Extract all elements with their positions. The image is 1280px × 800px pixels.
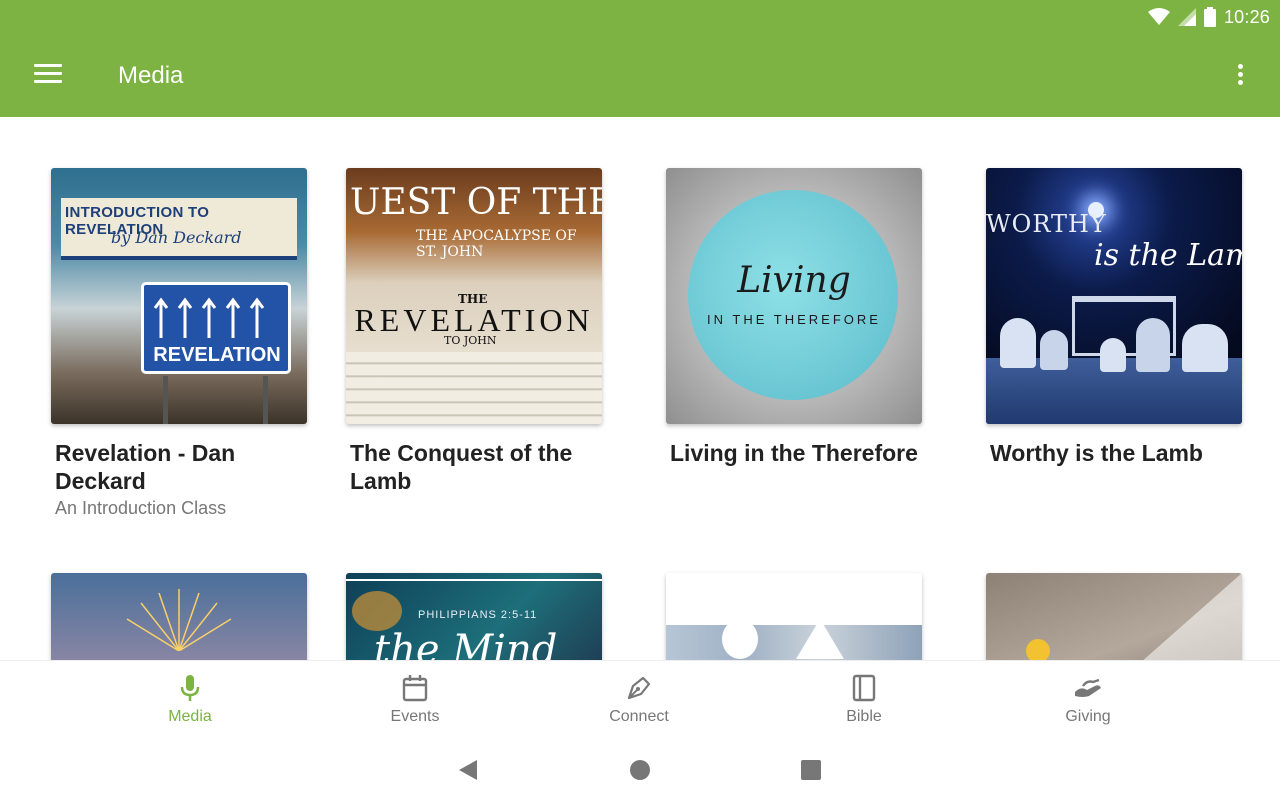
media-thumbnail	[51, 573, 307, 660]
media-title: Revelation - Dan Deckard	[55, 440, 236, 494]
art-subheading: IN THE THEREFORE	[707, 312, 881, 327]
nav-item-giving[interactable]: Giving	[1028, 673, 1148, 726]
pen-icon	[627, 676, 651, 700]
art-heading: Living	[737, 260, 851, 301]
media-title: Worthy is the Lamb	[990, 440, 1203, 466]
art-byline: by Dan Deckard	[111, 228, 242, 247]
nav-label: Giving	[1065, 708, 1111, 725]
back-icon[interactable]	[457, 758, 479, 782]
recents-icon[interactable]	[800, 758, 822, 782]
app-bar: 10:26 Media	[0, 0, 1280, 117]
book-icon	[852, 674, 876, 702]
media-grid: INTRODUCTION TO REVELATION by Dan Deckar…	[0, 117, 1280, 660]
signal-icon	[1177, 8, 1196, 26]
media-card-living-in-the-therefore[interactable]: Living IN THE THEREFORE Living in the Th…	[666, 168, 922, 467]
page-title: Media	[118, 62, 184, 89]
home-icon[interactable]	[629, 758, 651, 782]
status-time: 10:26	[1223, 6, 1270, 27]
nav-item-connect[interactable]: Connect	[579, 673, 699, 726]
media-card[interactable]	[666, 573, 922, 660]
giving-hand-icon	[1075, 678, 1101, 697]
nav-item-media[interactable]: Media	[130, 673, 250, 726]
media-thumbnail: WORTHY is the Lamb	[986, 168, 1242, 424]
media-title: Living in the Therefore	[670, 440, 918, 466]
media-card-worthy-is-the-lamb[interactable]: WORTHY is the Lamb Worthy is the Lamb	[986, 168, 1242, 467]
nav-label: Events	[390, 708, 440, 725]
sunburst-icon	[126, 589, 232, 651]
nav-label: Connect	[609, 708, 669, 725]
art-subheading: THE APOCALYPSE OF ST. JOHN	[416, 228, 577, 260]
battery-icon	[1203, 7, 1216, 27]
calendar-icon	[402, 675, 428, 702]
art-heading: WORTHY	[986, 210, 1107, 238]
media-card[interactable]	[51, 573, 307, 660]
media-card-the-mind[interactable]: PHILIPPIANS 2:5-11 the Mind	[346, 573, 602, 660]
art-sign: REVELATION	[153, 344, 281, 366]
media-thumbnail: PHILIPPIANS 2:5-11 the Mind	[346, 573, 602, 660]
media-card-conquest-of-the-lamb[interactable]: UEST OF THE LAMB THE APOCALYPSE OF ST. J…	[346, 168, 602, 495]
media-thumbnail: Living IN THE THEREFORE	[666, 168, 922, 424]
nav-item-bible[interactable]: Bible	[804, 673, 924, 726]
media-card-revelation[interactable]: INTRODUCTION TO REVELATION by Dan Deckar…	[51, 168, 307, 519]
media-card[interactable]	[986, 573, 1242, 660]
media-thumbnail	[666, 573, 922, 660]
status-bar: 10:26	[1147, 6, 1270, 28]
system-navigation-bar	[0, 740, 1280, 800]
nav-label: Media	[168, 708, 212, 725]
art-subheading: the Mind	[374, 627, 558, 660]
media-title: The Conquest of the Lamb	[350, 440, 573, 494]
microphone-icon	[180, 675, 200, 701]
media-thumbnail: UEST OF THE LAMB THE APOCALYPSE OF ST. J…	[346, 168, 602, 424]
art-sub: TO JOHN	[444, 334, 497, 347]
art-heading: PHILIPPIANS 2:5-11	[418, 609, 538, 621]
bottom-navigation: Media Events Connect Bible Giving	[0, 660, 1280, 740]
arrows-icon	[153, 297, 265, 338]
art-subheading: is the Lamb	[1094, 238, 1242, 273]
hamburger-menu-icon[interactable]	[34, 64, 62, 86]
media-subtitle: An Introduction Class	[55, 498, 227, 518]
more-options-icon[interactable]	[1234, 64, 1246, 88]
wifi-icon	[1147, 8, 1170, 25]
art-heading: UEST OF THE LAMB	[350, 182, 602, 223]
media-thumbnail: INTRODUCTION TO REVELATION by Dan Deckar…	[51, 168, 307, 424]
nav-label: Bible	[846, 708, 882, 725]
nav-item-events[interactable]: Events	[355, 673, 475, 726]
media-thumbnail	[986, 573, 1242, 660]
